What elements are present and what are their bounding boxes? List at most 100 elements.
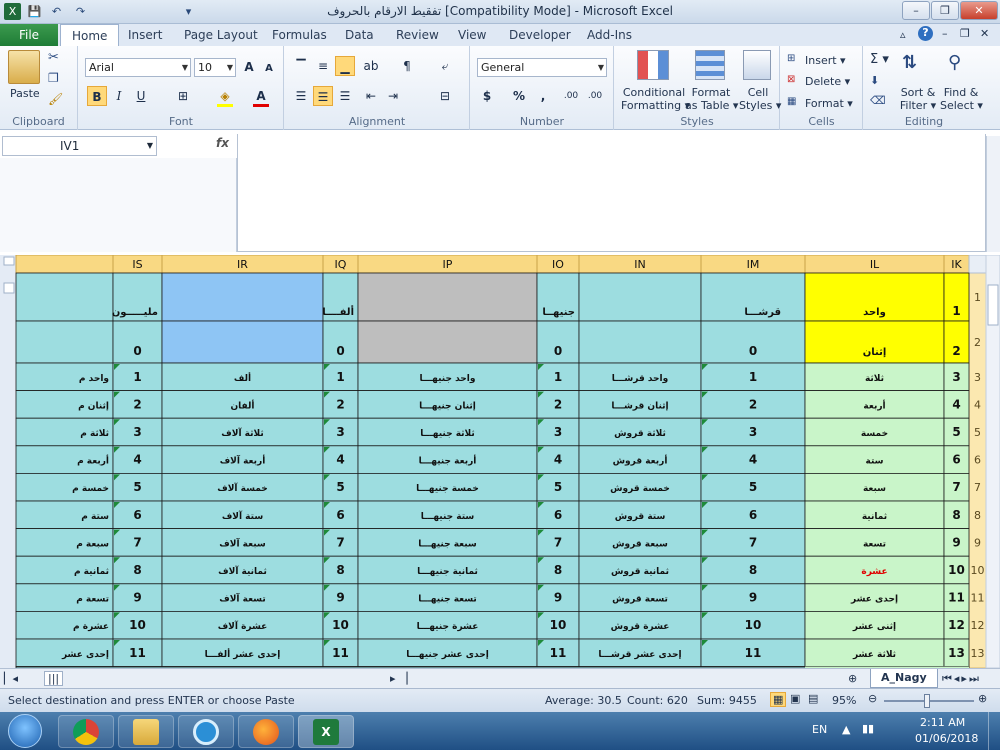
worksheet-grid[interactable]: IS IR IQ IP IO IN IM IL IK 1 2 3 4 5 6 7 8 9 10 11 12 13 مليــ… [0, 255, 1000, 668]
sort-filter-icon[interactable]: ⇅ [902, 52, 917, 73]
start-button-icon[interactable] [8, 714, 42, 748]
column-header-in[interactable]: IN [634, 258, 645, 271]
cell-grid[interactable]: IS IR IQ IP IO IN IM IL IK12345678910111213مليــ… [0, 255, 1000, 668]
zoom-out-icon[interactable]: ⊖ [868, 692, 877, 705]
cell[interactable] [15, 272, 114, 322]
restore-button[interactable]: ❐ [931, 1, 959, 20]
tab-add-ins[interactable]: Add-Ins [587, 28, 632, 42]
cell[interactable] [161, 320, 324, 364]
align-right-icon[interactable]: ☰ [335, 86, 355, 106]
conditional-formatting-button[interactable]: Conditional Formatting ▾ [621, 86, 690, 112]
column-header-iq[interactable]: IQ [335, 258, 347, 271]
tab-review[interactable]: Review [396, 28, 439, 42]
cell[interactable] [15, 320, 114, 364]
tab-view[interactable]: View [458, 28, 486, 42]
number-format-select[interactable]: General ▼ [477, 58, 607, 77]
scroll-right-icon[interactable]: ▸ ▕ [390, 672, 407, 685]
grid-scroll-icon[interactable] [3, 282, 15, 294]
increase-decimal-button[interactable]: .00 [561, 86, 581, 106]
format-as-table-button[interactable]: Format as Table ▾ [685, 86, 738, 112]
cell[interactable] [357, 272, 538, 322]
text-direction-icon[interactable]: ¶ [397, 56, 417, 76]
column-header-im[interactable]: IM [747, 258, 760, 271]
taskbar-excel[interactable]: X [298, 715, 354, 748]
formula-bar-scrollbar[interactable] [986, 136, 1000, 252]
align-center-icon[interactable]: ☰ [313, 86, 333, 106]
vertical-scroll-thumb[interactable] [987, 284, 999, 326]
fill-icon[interactable]: ⬇ [870, 74, 879, 87]
cut-icon[interactable]: ✂ [48, 50, 59, 65]
clock-date[interactable]: 01/06/2018 [915, 732, 978, 745]
sheet-nav-icons[interactable]: ⏮◂▸⏭ [942, 672, 981, 686]
help-icon[interactable]: ? [918, 26, 933, 41]
page-break-view-icon[interactable]: ▤ [808, 692, 818, 705]
close-button[interactable]: ✕ [960, 1, 998, 20]
insert-cells-button[interactable]: Insert ▾ [805, 54, 846, 67]
column-header-il[interactable]: IL [870, 258, 880, 271]
zoom-in-icon[interactable]: ⊕ [978, 692, 987, 705]
select-all-corner[interactable] [968, 255, 987, 274]
tab-home[interactable]: Home [60, 24, 120, 46]
column-header-io[interactable]: IO [552, 258, 564, 271]
formula-input[interactable] [237, 134, 986, 252]
align-middle-icon[interactable]: ≡ [313, 56, 333, 76]
tray-expand-icon[interactable]: ▲ [842, 723, 850, 736]
copy-icon[interactable]: ❐ [48, 71, 59, 85]
normal-view-icon[interactable]: ▦ [770, 692, 787, 707]
column-header-ip[interactable]: IP [443, 258, 453, 271]
column-header-is[interactable]: IS [132, 258, 142, 271]
merge-center-icon[interactable]: ⊟ [435, 86, 455, 106]
find-select-icon[interactable]: ⚲ [948, 52, 961, 73]
increase-indent-icon[interactable]: ⇥ [383, 86, 403, 106]
zoom-slider-thumb[interactable] [924, 694, 930, 708]
sort-filter-button[interactable]: Sort & Filter ▾ [898, 86, 938, 112]
cell[interactable] [161, 272, 324, 322]
ribbon-minimize-icon[interactable]: ▵ [900, 28, 906, 41]
tab-data[interactable]: Data [345, 28, 374, 42]
bold-button[interactable]: B [87, 86, 107, 106]
find-select-button[interactable]: Find & Select ▾ [940, 86, 983, 112]
tab-insert[interactable]: Insert [128, 28, 162, 42]
decrease-indent-icon[interactable]: ⇤ [361, 86, 381, 106]
taskbar-chrome[interactable] [58, 715, 114, 748]
tab-developer[interactable]: Developer [509, 28, 571, 42]
zoom-level[interactable]: 95% [832, 694, 856, 707]
font-size-select[interactable]: 10 ▼ [194, 58, 236, 77]
doc-close-icon[interactable]: ✕ [980, 27, 989, 40]
grow-font-button[interactable]: A [239, 57, 259, 77]
delete-cells-button[interactable]: Delete ▾ [805, 75, 850, 88]
currency-button[interactable]: $ [477, 86, 497, 106]
wrap-text-icon[interactable]: ⤶ [435, 56, 455, 76]
hscroll-thumb[interactable]: ||| [44, 671, 64, 686]
sheet-tab-a-nagy[interactable]: A_Nagy [870, 669, 938, 688]
decrease-decimal-button[interactable]: .00 [585, 86, 605, 106]
paste-button[interactable]: Paste [10, 87, 40, 100]
align-left-icon[interactable]: ☰ [291, 86, 311, 106]
tab-formulas[interactable]: Formulas [272, 28, 327, 42]
doc-restore-icon[interactable]: ❐ [960, 27, 970, 40]
minimize-button[interactable]: – [902, 1, 930, 20]
align-top-icon[interactable]: ▔ [291, 56, 311, 76]
comma-button[interactable]: , [533, 86, 553, 106]
font-family-select[interactable]: Arial ▼ [85, 58, 191, 77]
cell[interactable] [578, 272, 702, 322]
taskbar-firefox[interactable] [238, 715, 294, 748]
name-box[interactable]: IV1 ▼ [2, 136, 157, 156]
align-bottom-icon[interactable]: ▁ [335, 56, 355, 76]
paste-icon[interactable] [8, 50, 40, 84]
cell-styles-button[interactable]: Cell Styles ▾ [739, 86, 781, 112]
tab-page-layout[interactable]: Page Layout [184, 28, 258, 42]
show-desktop-button[interactable] [988, 712, 1000, 750]
autosum-button[interactable]: Σ ▾ [870, 52, 889, 67]
doc-minimize-icon[interactable]: – [942, 27, 948, 40]
column-header-ik[interactable]: IK [951, 258, 962, 271]
shrink-font-button[interactable]: A [259, 59, 279, 79]
orientation-icon[interactable]: ab [361, 56, 381, 76]
fill-color-icon[interactable]: ◈ [215, 86, 235, 106]
font-color-icon[interactable]: A [251, 86, 271, 106]
clear-icon[interactable]: ⌫ [870, 94, 886, 107]
underline-button[interactable]: U [131, 86, 151, 106]
taskbar-app[interactable] [178, 715, 234, 748]
cell[interactable] [578, 320, 702, 364]
language-indicator[interactable]: EN [812, 723, 827, 736]
